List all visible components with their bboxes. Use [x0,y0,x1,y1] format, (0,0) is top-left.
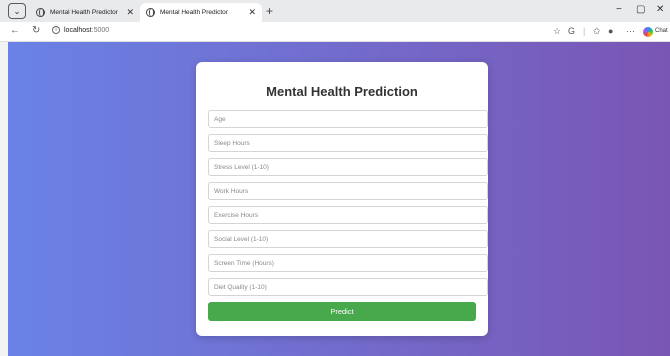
age-field[interactable] [208,110,488,128]
info-icon[interactable]: i [52,26,60,34]
tab-title: Mental Health Predictor [50,9,118,16]
toolbar-divider: | [583,26,586,36]
more-options-icon[interactable]: ··· [626,26,635,36]
page-background: Mental Health Prediction Predict [8,42,670,356]
new-tab-icon[interactable]: + [266,4,273,18]
chevron-down-icon: ⌄ [13,5,21,16]
close-window-icon[interactable]: ✕ [656,4,664,15]
restore-icon[interactable]: ▢ [636,4,645,15]
address-bar[interactable]: i localhost:5000 [52,26,109,34]
tab-mental-health-predictor-2[interactable]: Mental Health Predictor ✕ [140,3,262,22]
browser-toolbar: ← ↻ i localhost:5000 ☆ G | ✩ ● ··· Chat [0,22,670,42]
url-host: localhost [64,26,92,34]
favorite-star-icon[interactable]: ☆ [553,26,561,37]
tab-mental-health-predictor-1[interactable]: Mental Health Predictor ✕ [30,3,140,22]
back-icon[interactable]: ← [10,25,20,36]
copilot-icon[interactable] [643,27,653,37]
tab-title: Mental Health Predictor [160,9,228,16]
chat-label[interactable]: Chat [655,28,668,34]
close-icon[interactable]: ✕ [126,7,134,18]
tab-actions-menu-button[interactable]: ⌄ [8,3,26,19]
social-level-field[interactable] [208,230,488,248]
exercise-hours-field[interactable] [208,206,488,224]
form-title: Mental Health Prediction [266,84,418,99]
screen-time-field[interactable] [208,254,488,272]
minimize-icon[interactable]: − [616,4,622,15]
close-icon[interactable]: ✕ [248,7,256,18]
work-hours-field[interactable] [208,182,488,200]
profile-avatar-icon[interactable]: ● [608,26,613,36]
globe-icon [36,8,45,17]
predict-button[interactable]: Predict [208,302,476,321]
diet-quality-field[interactable] [208,278,488,296]
sleep-hours-field[interactable] [208,134,488,152]
favorites-icon[interactable]: ✩ [593,26,601,37]
globe-icon [146,8,155,17]
url-port: :5000 [91,26,110,34]
stress-level-field[interactable] [208,158,488,176]
tab-strip: ⌄ Mental Health Predictor ✕ Mental Healt… [0,0,670,22]
read-aloud-icon[interactable]: G [568,26,575,36]
refresh-icon[interactable]: ↻ [32,25,40,36]
prediction-form-card: Mental Health Prediction Predict [196,62,488,336]
